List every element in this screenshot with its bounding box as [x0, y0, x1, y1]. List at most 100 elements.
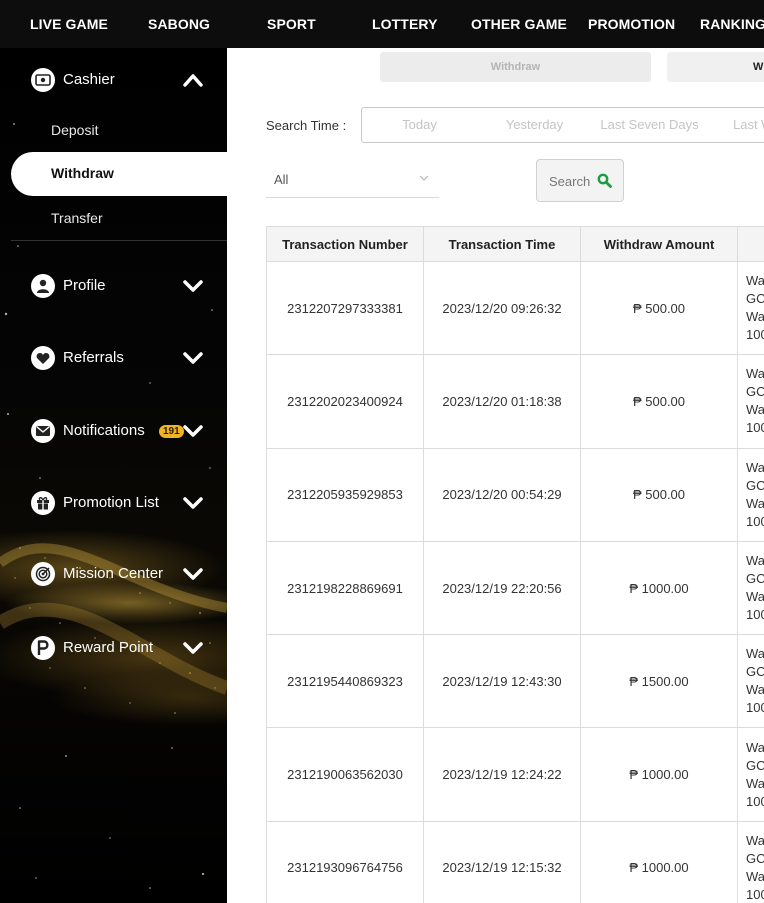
detail-line: Wa — [746, 366, 764, 382]
nav-live-game[interactable]: LIVE GAME — [30, 0, 108, 48]
sub-item-withdraw[interactable]: Withdraw — [11, 152, 227, 196]
detail-line: Wa — [746, 273, 764, 289]
detail-line: 100 — [746, 700, 764, 716]
menu-referrals[interactable]: Referrals — [0, 338, 227, 378]
detail-cell: Wa GC Wa 100 — [737, 447, 764, 542]
transaction-time: 2023/12/20 00:54:29 — [423, 447, 581, 542]
chevron-down-icon — [183, 352, 203, 364]
menu-promotion-list-label: Promotion List — [63, 494, 159, 511]
table-row: 2312195440869323 2023/12/19 12:43:30 ₱ 1… — [266, 634, 764, 729]
transaction-time: 2023/12/20 09:26:32 — [423, 260, 581, 356]
reward-p-icon — [31, 636, 55, 660]
chevron-down-icon — [183, 280, 203, 292]
tab-second[interactable]: W — [667, 52, 764, 82]
col-transaction-number: Transaction Number — [266, 226, 424, 262]
detail-line: 100 — [746, 793, 764, 809]
menu-referrals-label: Referrals — [63, 349, 124, 366]
sub-item-deposit[interactable]: Deposit — [51, 121, 98, 139]
detail-line: Wa — [746, 868, 764, 884]
search-time-label: Search Time : — [266, 118, 347, 133]
table-row: 2312207297333381 2023/12/20 09:26:32 ₱ 5… — [266, 260, 764, 356]
withdraw-amount: ₱ 1000.00 — [580, 540, 738, 636]
detail-cell: Wa GC Wa 100 — [737, 634, 764, 729]
col-detail — [737, 226, 764, 262]
nav-promotion[interactable]: PROMOTION — [588, 0, 675, 48]
chevron-down-icon — [183, 425, 203, 437]
menu-profile-label: Profile — [63, 277, 106, 294]
main-content: Withdraw W Search Time : Today Yesterday… — [227, 48, 764, 903]
nav-sabong[interactable]: SABONG — [148, 0, 210, 48]
menu-mission-center-label: Mission Center — [63, 565, 164, 582]
tab-withdraw[interactable]: Withdraw — [380, 52, 651, 82]
detail-line: GC — [746, 384, 764, 400]
withdraw-amount: ₱ 500.00 — [580, 260, 738, 356]
search-button[interactable]: Search — [536, 159, 624, 202]
search-icon — [597, 173, 612, 188]
transaction-number: 2312195440869323 — [266, 634, 424, 729]
time-option-last-week[interactable]: Last W — [707, 107, 764, 143]
sub-item-withdraw-label: Withdraw — [51, 165, 114, 181]
chevron-down-icon — [419, 175, 429, 181]
user-icon — [31, 274, 55, 298]
chevron-down-icon — [183, 497, 203, 509]
col-transaction-time: Transaction Time — [423, 226, 581, 262]
detail-line: GC — [746, 571, 764, 587]
detail-line: Wa — [746, 739, 764, 755]
transaction-number: 2312207297333381 — [266, 260, 424, 356]
sub-item-transfer[interactable]: Transfer — [51, 209, 103, 227]
detail-line: GC — [746, 850, 764, 866]
transaction-number: 2312190063562030 — [266, 727, 424, 822]
transaction-number: 2312202023400924 — [266, 354, 424, 449]
menu-reward-point[interactable]: Reward Point — [0, 628, 227, 668]
top-nav: LIVE GAME SABONG SPORT LOTTERY OTHER GAM… — [0, 0, 764, 48]
detail-line: Wa — [746, 495, 764, 511]
withdraw-amount: ₱ 1000.00 — [580, 820, 738, 903]
detail-cell: Wa GC Wa 100 — [737, 354, 764, 449]
withdraw-amount: ₱ 1000.00 — [580, 727, 738, 822]
nav-ranking[interactable]: RANKING — [700, 0, 764, 48]
withdraw-amount: ₱ 1500.00 — [580, 634, 738, 729]
sidebar: Cashier Deposit Withdraw Transfer Profil… — [0, 48, 227, 903]
table-row: 2312202023400924 2023/12/20 01:18:38 ₱ 5… — [266, 354, 764, 449]
heart-icon — [31, 346, 55, 370]
detail-line: Wa — [746, 646, 764, 662]
detail-cell: Wa GC Wa 100 — [737, 820, 764, 903]
menu-promotion-list[interactable]: Promotion List — [0, 483, 227, 523]
chevron-down-icon — [183, 642, 203, 654]
withdraw-history-table: Transaction Number Transaction Time With… — [266, 226, 764, 903]
detail-line: Wa — [746, 553, 764, 569]
nav-other-game[interactable]: OTHER GAME — [471, 0, 567, 48]
transaction-number: 2312193096764756 — [266, 820, 424, 903]
nav-sport[interactable]: SPORT — [267, 0, 316, 48]
table-row: 2312205935929853 2023/12/20 00:54:29 ₱ 5… — [266, 447, 764, 542]
table-row: 2312190063562030 2023/12/19 12:24:22 ₱ 1… — [266, 727, 764, 822]
menu-mission-center[interactable]: Mission Center — [0, 554, 227, 594]
menu-reward-point-label: Reward Point — [63, 639, 154, 656]
detail-line: 100 — [746, 420, 764, 436]
time-option-last-seven-days[interactable]: Last Seven Days — [592, 107, 708, 143]
detail-line: Wa — [746, 589, 764, 605]
transaction-time: 2023/12/19 12:43:30 — [423, 634, 581, 729]
nav-lottery[interactable]: LOTTERY — [372, 0, 438, 48]
detail-line: Wa — [746, 459, 764, 475]
time-option-today[interactable]: Today — [361, 107, 478, 143]
detail-line: 100 — [746, 607, 764, 623]
menu-cashier-label: Cashier — [63, 71, 115, 88]
transaction-time: 2023/12/19 12:15:32 — [423, 820, 581, 903]
notifications-badge: 191 — [159, 425, 184, 438]
menu-notifications[interactable]: Notifications 191 — [0, 411, 227, 451]
withdraw-amount: ₱ 500.00 — [580, 447, 738, 542]
detail-line: GC — [746, 291, 764, 307]
menu-notifications-label: Notifications — [63, 422, 145, 439]
search-button-label: Search — [549, 174, 591, 189]
status-select[interactable]: All — [266, 160, 439, 198]
table-row: 2312193096764756 2023/12/19 12:15:32 ₱ 1… — [266, 820, 764, 903]
detail-line: Wa — [746, 309, 764, 325]
menu-profile[interactable]: Profile — [0, 266, 227, 306]
detail-line: Wa — [746, 682, 764, 698]
table-row: 2312198228869691 2023/12/19 22:20:56 ₱ 1… — [266, 540, 764, 636]
gift-icon — [31, 491, 55, 515]
time-option-yesterday[interactable]: Yesterday — [477, 107, 593, 143]
menu-cashier[interactable]: Cashier — [0, 60, 227, 100]
detail-line: GC — [746, 664, 764, 680]
